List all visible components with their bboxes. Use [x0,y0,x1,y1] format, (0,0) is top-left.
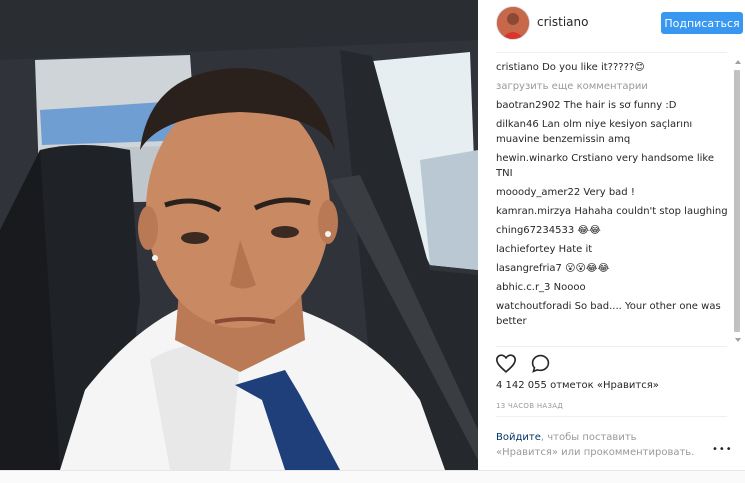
login-prompt: Войдите, чтобы поставить «Нравится» или … [496,430,696,460]
comment-text: Hahaha couldn't stop laughing [574,206,728,217]
post-actions [495,354,560,377]
likes-count[interactable]: 4 142 055 отметок «Нравится» [496,380,659,391]
list-item: baotran2902 The hair is sơ funny :D [496,98,728,113]
list-item: hewin.winarko Crstiano very handsome lik… [496,151,728,181]
scroll-up-arrow-icon[interactable] [735,60,741,64]
follow-button[interactable]: Подписаться [661,12,743,34]
list-item: abhic.c.r_3 Noooo [496,280,728,295]
comment-text: Noooo [553,282,586,293]
list-item: ching67234533 😂😂 [496,223,728,238]
divider [496,416,727,417]
instagram-post: cristiano Подписаться cristiano Do you l… [0,0,745,471]
comment-username[interactable]: kamran.mirzya [496,206,571,217]
list-item: watchoutforadi So bad.... Your other one… [496,299,728,329]
comment-username[interactable]: lachiefortey [496,244,555,255]
post-username[interactable]: cristiano [537,15,588,29]
comment-text: 😂😂 [577,225,601,236]
comment-username[interactable]: ching67234533 [496,225,574,236]
post-header: cristiano Подписаться [496,6,743,53]
comment-username[interactable]: watchoutforadi [496,301,571,312]
divider [496,346,727,347]
list-item: mooody_amer22 Very bad ! [496,185,728,200]
comment-text: Do you like it?????😊 [542,62,645,73]
comment-username[interactable]: baotran2902 [496,100,561,111]
comment-text: The hair is sơ funny :D [563,100,677,111]
selfie-in-car-image [0,0,478,470]
comment-username[interactable]: lasangrefria7 [496,263,562,274]
post-side-panel: cristiano Подписаться cristiano Do you l… [478,0,745,470]
post-photo[interactable] [0,0,478,470]
comment-text: 😮😮😂😂 [565,263,610,274]
comment-text: Hate it [558,244,593,255]
comments-scrollbar[interactable] [733,60,741,342]
list-item: lasangrefria7 😮😮😂😂 [496,261,728,276]
post-timestamp[interactable]: 13 ЧАСОВ НАЗАД [496,402,563,410]
comment-text: Very bad ! [583,187,635,198]
comment-username[interactable]: abhic.c.r_3 [496,282,550,293]
list-item: lachiefortey Hate it [496,242,728,257]
list-item: kamran.mirzya Hahaha couldn't stop laugh… [496,204,728,219]
avatar[interactable] [496,6,530,40]
comment-username[interactable]: cristiano [496,62,539,73]
comment-icon[interactable] [531,354,550,377]
scroll-down-arrow-icon[interactable] [735,338,741,342]
scroll-thumb[interactable] [734,70,740,332]
load-more-comments-link[interactable]: загрузить еще комментарии [496,79,728,94]
heart-icon[interactable] [495,354,517,377]
comment-username[interactable]: dilkan46 [496,119,539,130]
comments-list: cristiano Do you like it?????😊 загрузить… [496,60,728,342]
more-options-icon[interactable]: ••• [712,444,733,455]
caption-comment: cristiano Do you like it?????😊 [496,60,728,75]
login-link[interactable]: Войдите [496,432,541,443]
list-item: dilkan46 Lan olm niye kesiyon saçlarını … [496,117,728,147]
avatar-image [497,7,529,39]
comment-username[interactable]: mooody_amer22 [496,187,580,198]
comment-username[interactable]: hewin.winarko [496,153,568,164]
